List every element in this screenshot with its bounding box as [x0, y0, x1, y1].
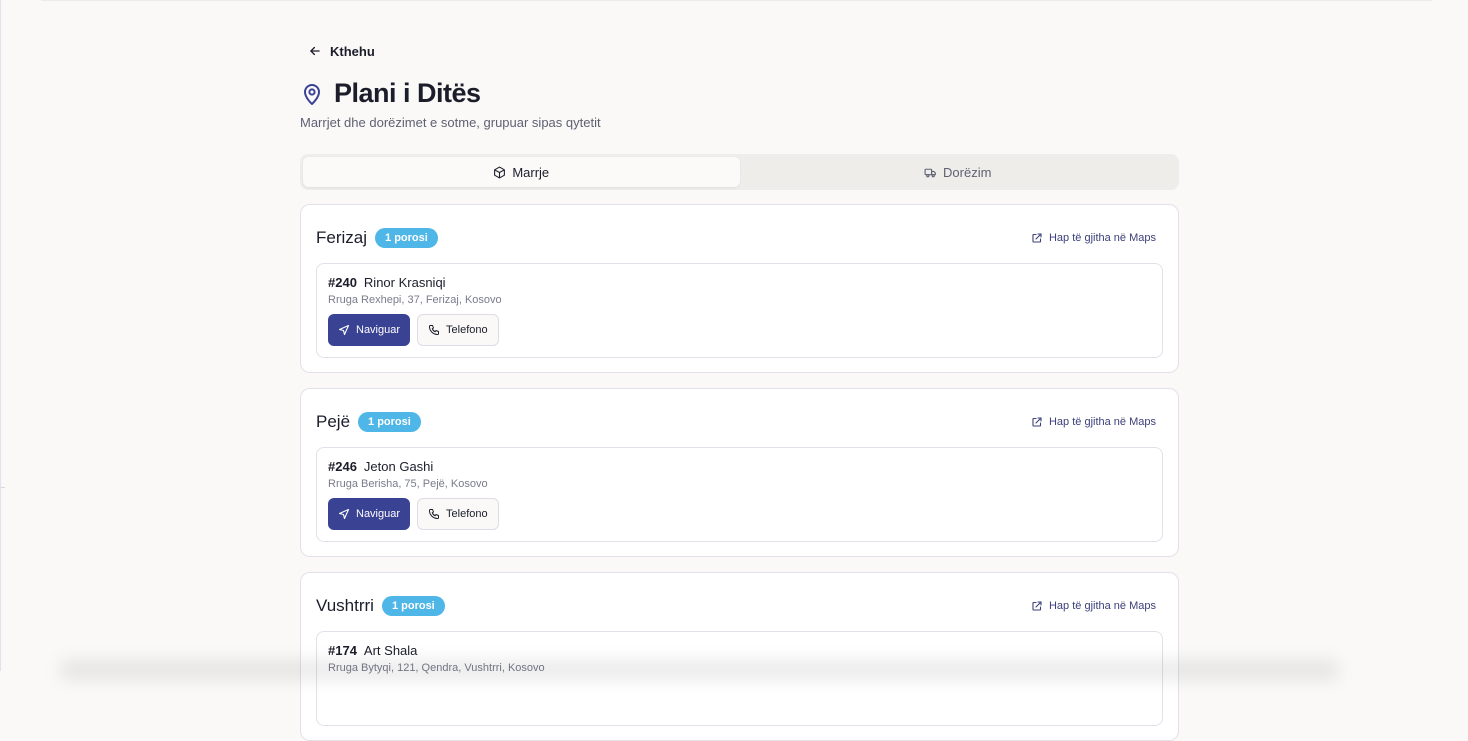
bottom-shadow: [61, 660, 1338, 680]
order-title: #240 Rinor Krasniqi: [328, 275, 446, 290]
navigation-icon: [338, 324, 350, 336]
order-count-badge: 1 porosi: [381, 596, 445, 616]
phone-icon: [429, 325, 440, 335]
open-all-maps-link[interactable]: Hap të gjitha në Maps: [1031, 232, 1156, 244]
back-label: Kthehu: [330, 43, 375, 59]
external-link-icon: [1032, 601, 1042, 611]
order-id: #240: [328, 275, 357, 290]
city-card-peje: Pejë 1 porosi Hap të gjitha në Maps #246…: [300, 388, 1179, 557]
city-heading: Vushtrri 1 porosi: [316, 596, 445, 616]
app-frame: Kthehu Plani i Ditës Marrjet dhe dorëzim…: [0, 0, 1468, 741]
open-all-maps-link[interactable]: Hap të gjitha në Maps: [1031, 416, 1156, 428]
order-count-badge: 1 porosi: [358, 412, 421, 432]
order-title: #246 Jeton Gashi: [328, 459, 433, 474]
order-id: #246: [328, 459, 357, 474]
truck-icon: [924, 168, 936, 177]
page-subtitle: Marrjet dhe dorëzimet e sotme, grupuar s…: [300, 115, 601, 130]
top-divider: [41, 0, 1432, 1]
city-card-ferizaj: Ferizaj 1 porosi Hap të gjitha në Maps #…: [300, 204, 1179, 373]
customer-name: Jeton Gashi: [363, 459, 434, 474]
order-address: Rruga Rexhepi, 37, Ferizaj, Kosovo: [328, 294, 502, 306]
navigate-label: Naviguar: [356, 508, 401, 520]
order-item: #240 Rinor Krasniqi Rruga Rexhepi, 37, F…: [316, 263, 1163, 358]
maps-link-label: Hap të gjitha në Maps: [1048, 232, 1156, 244]
back-button[interactable]: Kthehu: [308, 42, 375, 60]
maps-link-label: Hap të gjitha në Maps: [1048, 600, 1156, 612]
navigate-button[interactable]: Naviguar: [328, 498, 411, 530]
open-all-maps-link[interactable]: Hap të gjitha në Maps: [1031, 600, 1156, 612]
city-heading: Ferizaj 1 porosi: [316, 228, 438, 248]
phone-label: Telefono: [446, 324, 488, 336]
page-title: Plani i Ditës: [334, 78, 481, 108]
navigate-label: Naviguar: [356, 324, 401, 336]
side-divider: [1, 487, 5, 488]
tab-marrje[interactable]: Marrje: [303, 157, 740, 187]
order-count-badge: 1 porosi: [375, 228, 438, 248]
tab-label: Marrje: [512, 164, 550, 180]
order-id: #174: [328, 643, 357, 658]
external-link-icon: [1032, 417, 1042, 427]
order-item: #246 Jeton Gashi Rruga Berisha, 75, Pejë…: [316, 447, 1163, 542]
navigate-button[interactable]: Naviguar: [328, 314, 411, 346]
city-name: Ferizaj: [316, 228, 368, 247]
order-address: Rruga Berisha, 75, Pejë, Kosovo: [328, 478, 488, 490]
package-icon: [494, 166, 506, 178]
city-card-vushtrri: Vushtrri 1 porosi Hap të gjitha në Maps …: [300, 572, 1179, 741]
city-name: Vushtrri: [316, 596, 374, 615]
tab-label: Dorëzim: [943, 164, 992, 180]
phone-label: Telefono: [446, 508, 488, 520]
phone-button[interactable]: Telefono: [417, 498, 499, 530]
card-header: Pejë 1 porosi Hap të gjitha në Maps: [316, 411, 1156, 433]
map-pin-icon: [304, 83, 320, 105]
customer-name: Art Shala: [363, 643, 418, 658]
external-link-icon: [1032, 233, 1042, 243]
order-actions: Naviguar Telefono: [328, 314, 499, 346]
phone-button[interactable]: Telefono: [417, 314, 499, 346]
page-title-row: Plani i Ditës: [300, 78, 481, 109]
card-header: Ferizaj 1 porosi Hap të gjitha në Maps: [316, 227, 1156, 249]
maps-link-label: Hap të gjitha në Maps: [1048, 416, 1156, 428]
arrow-left-icon: [310, 46, 320, 56]
card-header: Vushtrri 1 porosi Hap të gjitha në Maps: [316, 595, 1156, 617]
city-heading: Pejë 1 porosi: [316, 412, 421, 432]
tab-bar: Marrje Dorëzim: [300, 154, 1179, 190]
navigation-icon: [338, 508, 350, 520]
order-actions: Naviguar Telefono: [328, 498, 499, 530]
tab-dorezim[interactable]: Dorëzim: [740, 157, 1177, 187]
city-name: Pejë: [316, 412, 351, 431]
phone-icon: [429, 509, 440, 519]
customer-name: Rinor Krasniqi: [363, 275, 446, 290]
order-title: #174 Art Shala: [328, 643, 417, 658]
